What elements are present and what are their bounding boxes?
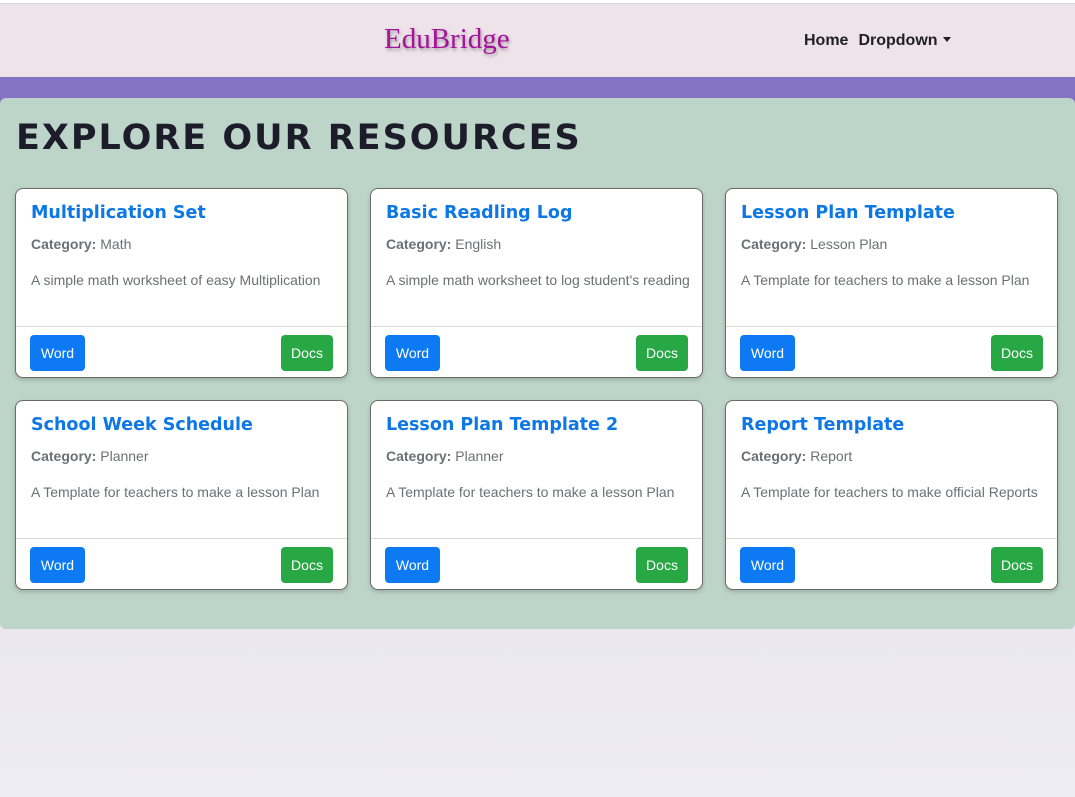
docs-button[interactable]: Docs: [991, 335, 1043, 371]
resource-card: Lesson Plan Template Category: Lesson Pl…: [725, 188, 1058, 378]
nav-dropdown-toggle[interactable]: Dropdown: [858, 32, 951, 50]
card-category: Category: Lesson Plan: [741, 236, 887, 252]
category-label: Category:: [31, 448, 97, 464]
word-button[interactable]: Word: [30, 547, 85, 583]
docs-button[interactable]: Docs: [636, 335, 688, 371]
card-category: Category: Planner: [386, 448, 504, 464]
card-category: Category: Math: [31, 236, 131, 252]
card-description: A simple math worksheet of easy Multipli…: [31, 272, 321, 288]
card-category: Category: Planner: [31, 448, 149, 464]
card-title[interactable]: Multiplication Set: [31, 203, 206, 223]
card-footer: Word Docs: [371, 538, 702, 589]
card-footer: Word Docs: [16, 326, 347, 377]
category-value: Planner: [100, 448, 149, 464]
card-description: A Template for teachers to make a lesson…: [31, 484, 320, 500]
category-value: Lesson Plan: [810, 236, 888, 252]
card-description: A Template for teachers to make a lesson…: [386, 484, 675, 500]
category-label: Category:: [386, 448, 452, 464]
category-value: Report: [810, 448, 853, 464]
docs-button[interactable]: Docs: [281, 335, 333, 371]
card-category: Category: English: [386, 236, 501, 252]
word-button[interactable]: Word: [385, 547, 440, 583]
category-label: Category:: [386, 236, 452, 252]
docs-button[interactable]: Docs: [281, 547, 333, 583]
card-title[interactable]: Report Template: [741, 415, 904, 435]
category-label: Category:: [741, 448, 807, 464]
resource-card: Multiplication Set Category: Math A simp…: [15, 188, 348, 378]
docs-button[interactable]: Docs: [991, 547, 1043, 583]
card-category: Category: Report: [741, 448, 852, 464]
resources-section: EXPLORE OUR RESOURCES Multiplication Set…: [0, 98, 1075, 629]
resource-card: School Week Schedule Category: Planner A…: [15, 400, 348, 590]
word-button[interactable]: Word: [385, 335, 440, 371]
nav-link-home[interactable]: Home: [804, 32, 848, 50]
card-title[interactable]: Lesson Plan Template: [741, 203, 955, 223]
nav-link-home-label: Home: [804, 32, 849, 49]
resource-card: Report Template Category: Report A Templ…: [725, 400, 1058, 590]
card-footer: Word Docs: [16, 538, 347, 589]
category-value: Math: [100, 236, 132, 252]
category-value: Planner: [455, 448, 504, 464]
word-button[interactable]: Word: [740, 335, 795, 371]
card-footer: Word Docs: [726, 326, 1057, 377]
category-label: Category:: [741, 236, 807, 252]
card-description: A Template for teachers to make official…: [741, 484, 1038, 500]
word-button[interactable]: Word: [30, 335, 85, 371]
category-label: Category:: [31, 236, 97, 252]
nav-links: Home Dropdown: [804, 32, 951, 50]
resource-card: Lesson Plan Template 2 Category: Planner…: [370, 400, 703, 590]
section-title: EXPLORE OUR RESOURCES: [16, 118, 582, 158]
nav-dropdown-label: Dropdown: [858, 32, 938, 49]
docs-button[interactable]: Docs: [636, 547, 688, 583]
navbar: EduBridge Home Dropdown: [0, 4, 1075, 77]
brand-logo[interactable]: EduBridge: [384, 23, 510, 56]
resource-card: Basic Readling Log Category: English A s…: [370, 188, 703, 378]
card-title[interactable]: Basic Readling Log: [386, 203, 572, 223]
caret-down-icon: [942, 36, 951, 42]
category-value: English: [455, 236, 502, 252]
card-footer: Word Docs: [726, 538, 1057, 589]
card-footer: Word Docs: [371, 326, 702, 377]
card-description: A Template for teachers to make a lesson…: [741, 272, 1030, 288]
card-title[interactable]: School Week Schedule: [31, 415, 253, 435]
card-description: A simple math worksheet to log student's…: [386, 272, 690, 288]
word-button[interactable]: Word: [740, 547, 795, 583]
card-title[interactable]: Lesson Plan Template 2: [386, 415, 618, 435]
